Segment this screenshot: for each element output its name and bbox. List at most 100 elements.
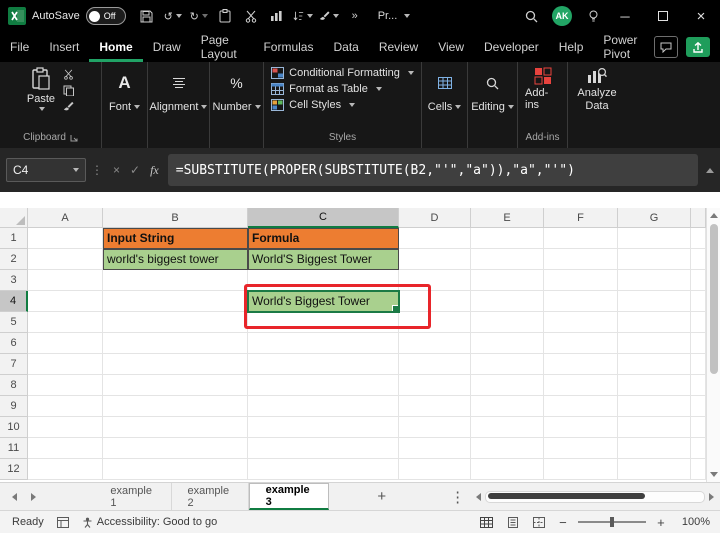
- cell-E6[interactable]: [471, 333, 544, 354]
- paste-button[interactable]: Paste: [27, 67, 55, 112]
- row-header-3[interactable]: 3: [0, 270, 28, 291]
- row-header-11[interactable]: 11: [0, 438, 28, 459]
- accessibility-status[interactable]: Accessibility: Good to go: [82, 516, 217, 528]
- sheet-options-button[interactable]: ⋮: [445, 483, 471, 510]
- name-box[interactable]: C4: [6, 158, 86, 182]
- paintbrush-icon[interactable]: [319, 6, 339, 26]
- conditional-formatting-button[interactable]: Conditional Formatting: [271, 67, 414, 79]
- cell-F2[interactable]: [544, 249, 618, 270]
- row-header-7[interactable]: 7: [0, 354, 28, 375]
- cell-A8[interactable]: [28, 375, 103, 396]
- cell-F4[interactable]: [544, 291, 618, 312]
- quick-access-overflow[interactable]: Pr...: [378, 10, 398, 22]
- cell-D5[interactable]: [399, 312, 471, 333]
- ribbon-group-cells[interactable]: Cells: [422, 62, 468, 148]
- menu-tab-draw[interactable]: Draw: [143, 32, 191, 62]
- addins-button[interactable]: Add-ins: [525, 67, 560, 111]
- page-break-view-icon[interactable]: [530, 514, 548, 530]
- cell-D1[interactable]: [399, 228, 471, 249]
- cell-D12[interactable]: [399, 459, 471, 480]
- cell-D9[interactable]: [399, 396, 471, 417]
- cell-partial-3[interactable]: [691, 270, 706, 291]
- search-icon[interactable]: [521, 6, 541, 26]
- scroll-up-icon[interactable]: [710, 213, 718, 218]
- cell-G10[interactable]: [618, 417, 691, 438]
- page-layout-view-icon[interactable]: [504, 514, 522, 530]
- sheet-tab-example-1[interactable]: example 1: [94, 483, 171, 510]
- ribbon-group-number[interactable]: % Number: [210, 62, 264, 148]
- cut-button[interactable]: [63, 69, 74, 80]
- cell-D6[interactable]: [399, 333, 471, 354]
- insert-function-icon[interactable]: fx: [150, 163, 159, 178]
- dialog-launcher-icon[interactable]: [70, 134, 78, 142]
- cell-F5[interactable]: [544, 312, 618, 333]
- cell-partial-6[interactable]: [691, 333, 706, 354]
- cell-D8[interactable]: [399, 375, 471, 396]
- cell-B11[interactable]: [103, 438, 248, 459]
- cell-partial-9[interactable]: [691, 396, 706, 417]
- more-commands-icon[interactable]: »: [345, 6, 365, 26]
- cell-F11[interactable]: [544, 438, 618, 459]
- zoom-out-button[interactable]: −: [556, 515, 570, 530]
- cell-C12[interactable]: [248, 459, 399, 480]
- zoom-in-button[interactable]: +: [654, 515, 668, 530]
- lightbulb-icon[interactable]: [583, 6, 603, 26]
- formula-input[interactable]: =SUBSTITUTE(PROPER(SUBSTITUTE(B2,"'","a"…: [168, 154, 698, 186]
- cell-E5[interactable]: [471, 312, 544, 333]
- cell-A10[interactable]: [28, 417, 103, 438]
- menu-tab-help[interactable]: Help: [549, 32, 594, 62]
- cell-G9[interactable]: [618, 396, 691, 417]
- row-header-6[interactable]: 6: [0, 333, 28, 354]
- autosave-toggle[interactable]: Off: [86, 7, 126, 25]
- zoom-slider[interactable]: [578, 521, 646, 523]
- row-header-2[interactable]: 2: [0, 249, 28, 270]
- row-header-9[interactable]: 9: [0, 396, 28, 417]
- cell-G3[interactable]: [618, 270, 691, 291]
- menu-tab-view[interactable]: View: [428, 32, 474, 62]
- row-header-5[interactable]: 5: [0, 312, 28, 333]
- cell-D2[interactable]: [399, 249, 471, 270]
- cell-partial-8[interactable]: [691, 375, 706, 396]
- cell-F12[interactable]: [544, 459, 618, 480]
- cell-A2[interactable]: [28, 249, 103, 270]
- cell-B8[interactable]: [103, 375, 248, 396]
- cell-partial-10[interactable]: [691, 417, 706, 438]
- clipboard-icon[interactable]: [215, 6, 235, 26]
- row-header-12[interactable]: 12: [0, 459, 28, 480]
- cell-E4[interactable]: [471, 291, 544, 312]
- menu-tab-developer[interactable]: Developer: [474, 32, 549, 62]
- cell-B5[interactable]: [103, 312, 248, 333]
- row-header-8[interactable]: 8: [0, 375, 28, 396]
- column-header-G[interactable]: G: [618, 208, 691, 228]
- cell-C6[interactable]: [248, 333, 399, 354]
- cell-B4[interactable]: [103, 291, 248, 312]
- format-painter-button[interactable]: [63, 101, 74, 112]
- collapse-formula-bar-icon[interactable]: [706, 168, 714, 173]
- column-header-E[interactable]: E: [471, 208, 544, 228]
- horizontal-scroll-thumb[interactable]: [488, 493, 645, 499]
- cell-A7[interactable]: [28, 354, 103, 375]
- row-header-1[interactable]: 1: [0, 228, 28, 249]
- vertical-scrollbar[interactable]: [706, 208, 720, 482]
- sheet-tab-example-3[interactable]: example 3: [249, 483, 329, 510]
- cut-icon[interactable]: [241, 6, 261, 26]
- cell-partial-4[interactable]: [691, 291, 706, 312]
- scroll-down-icon[interactable]: [710, 472, 718, 477]
- select-all-corner[interactable]: [0, 208, 28, 228]
- cell-G8[interactable]: [618, 375, 691, 396]
- cell-styles-button[interactable]: Cell Styles: [271, 99, 355, 111]
- cell-F9[interactable]: [544, 396, 618, 417]
- share-button[interactable]: [686, 37, 710, 57]
- zoom-slider-thumb[interactable]: [610, 517, 614, 527]
- cell-B10[interactable]: [103, 417, 248, 438]
- ribbon-group-editing[interactable]: Editing: [468, 62, 518, 148]
- macro-record-icon[interactable]: [54, 514, 72, 530]
- cell-A12[interactable]: [28, 459, 103, 480]
- cell-G7[interactable]: [618, 354, 691, 375]
- copy-button[interactable]: [63, 85, 74, 96]
- cell-C10[interactable]: [248, 417, 399, 438]
- cancel-entry-icon[interactable]: ×: [113, 163, 120, 177]
- cell-F1[interactable]: [544, 228, 618, 249]
- row-header-10[interactable]: 10: [0, 417, 28, 438]
- ribbon-group-font[interactable]: A Font: [102, 62, 148, 148]
